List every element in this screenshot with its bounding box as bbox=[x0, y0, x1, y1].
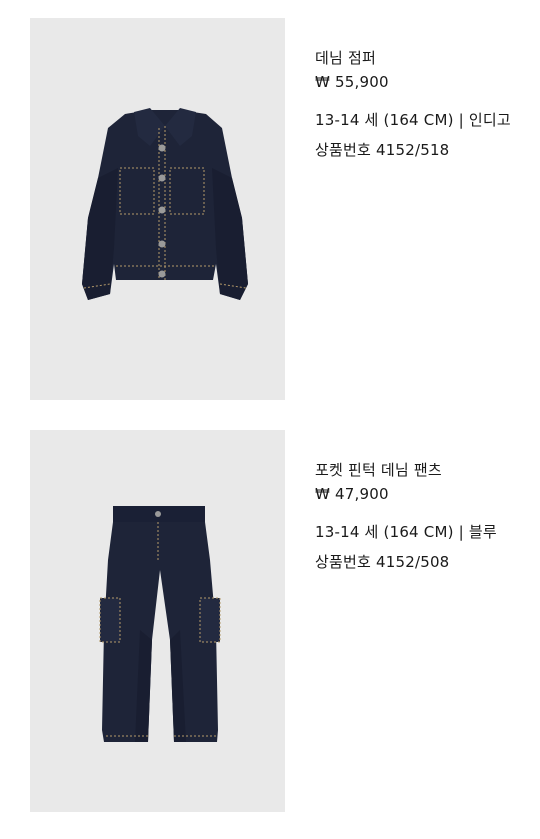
product-image[interactable] bbox=[30, 430, 285, 812]
product-name[interactable]: 포켓 핀턱 데님 팬츠 bbox=[315, 458, 530, 482]
product-item[interactable]: 포켓 핀턱 데님 팬츠 ₩ 47,900 13-14 세 (164 CM) | … bbox=[0, 430, 540, 814]
product-sku: 상품번호 4152/518 bbox=[315, 141, 450, 159]
denim-jacket-image bbox=[82, 108, 248, 300]
product-name[interactable]: 데님 점퍼 bbox=[315, 46, 530, 70]
denim-pants-image bbox=[99, 506, 221, 742]
product-sku: 상품번호 4152/508 bbox=[315, 553, 450, 571]
product-price: ₩ 47,900 bbox=[315, 485, 389, 503]
product-item[interactable]: 데님 점퍼 ₩ 55,900 13-14 세 (164 CM) | 인디고 상품… bbox=[0, 18, 540, 402]
product-price: ₩ 55,900 bbox=[315, 73, 389, 91]
product-size-color: 13-14 세 (164 CM) | 인디고 bbox=[315, 111, 511, 129]
product-size-color: 13-14 세 (164 CM) | 블루 bbox=[315, 523, 497, 541]
product-image[interactable] bbox=[30, 18, 285, 400]
